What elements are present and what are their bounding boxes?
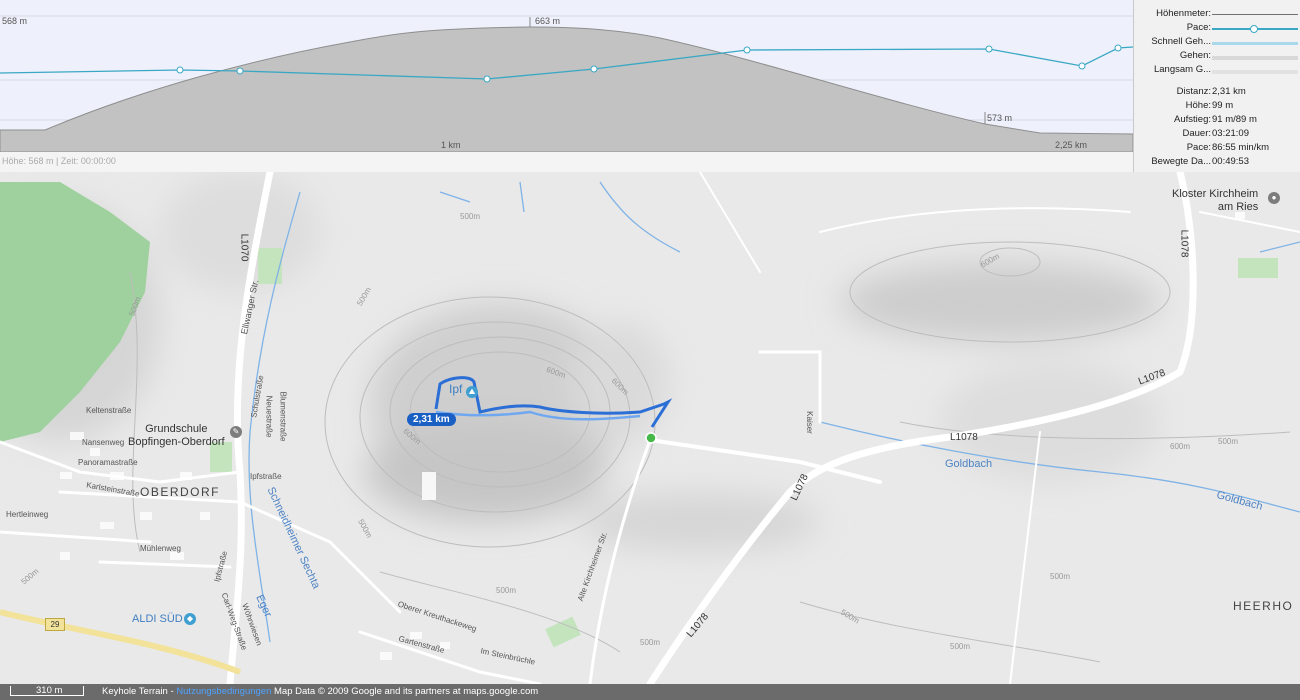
scale-label: 310 m — [36, 685, 63, 696]
stat-label: Höhe: — [1185, 100, 1211, 111]
poi-aldi-label[interactable]: ALDI SÜD — [132, 613, 183, 625]
street-label: Blumenstraße — [278, 391, 288, 442]
profile-status-readout: Höhe: 568 m | Zeit: 00:00:00 — [2, 156, 116, 166]
poi-ipf-label[interactable]: Ipf — [449, 382, 462, 396]
provider-label: Keyhole Terrain - — [102, 686, 177, 697]
poi-school-label[interactable]: Grundschule Bopfingen-Oberdorf — [128, 423, 225, 449]
elevation-profile[interactable]: 568 m 663 m 573 m 1 km 2,25 km Höhe: 568… — [0, 0, 1133, 173]
stat-value: 99 m — [1212, 100, 1234, 111]
route-info-panel: Höhenmeter: Pace: Schnell Geh... Gehen: … — [1133, 0, 1300, 172]
legend-row-walk: Gehen: — [1134, 50, 1300, 64]
street-label: Neuestraße — [264, 395, 274, 438]
contour-label: 500m — [950, 642, 971, 651]
street-label: Nansenweg — [82, 438, 125, 447]
legend-row-pace: Pace: — [1134, 22, 1300, 36]
stat-value: 86:55 min/km — [1212, 142, 1270, 153]
stat-row-pace: Pace: 86:55 min/km — [1134, 142, 1300, 156]
start-marker — [645, 432, 657, 444]
highway-b29 — [0, 609, 242, 675]
peak-elevation-label: 663 m — [535, 16, 561, 26]
street-label: Panoramastraße — [78, 458, 138, 467]
map-footer: 310 m Keyhole Terrain - Nutzungsbedingun… — [0, 684, 1300, 700]
stat-row-height: Höhe: 99 m — [1134, 100, 1300, 114]
distance-tick-1km: 1 km — [441, 140, 461, 150]
legend-walk-swatch — [1212, 56, 1298, 60]
low-elevation-label: 573 m — [987, 113, 1013, 123]
contour-label: 600m — [1170, 442, 1191, 451]
legend-elevation-swatch — [1212, 14, 1298, 15]
town-oberdorf-label: OBERDORF — [140, 485, 221, 499]
contour-label: 500m — [1218, 437, 1239, 446]
stat-value: 03:21:09 — [1212, 128, 1249, 139]
legend-label: Schnell Geh... — [1151, 36, 1211, 47]
legend-label: Gehen: — [1179, 50, 1211, 61]
legend-label: Pace: — [1186, 22, 1211, 33]
legend-slow-walk-swatch — [1212, 70, 1298, 74]
street-label: Mühlenweg — [140, 544, 181, 553]
street-label: Kaiser — [804, 411, 814, 434]
contour-label: 500m — [496, 586, 517, 595]
stat-row-ascent: Aufstieg: 91 m/89 m — [1134, 114, 1300, 128]
map-attribution: Keyhole Terrain - Nutzungsbedingungen Ma… — [102, 686, 538, 697]
route-distance-badge[interactable]: 2,31 km — [407, 413, 456, 426]
stat-label: Bewegte Da... — [1151, 156, 1211, 167]
road-label-l1078: L1078 — [1178, 229, 1190, 258]
elevation-profile-chart[interactable] — [0, 0, 1133, 172]
stat-row-distance: Distanz: 2,31 km — [1134, 86, 1300, 100]
viewpoint-icon[interactable]: ⛰ — [466, 386, 478, 398]
stat-value: 00:49:53 — [1212, 156, 1249, 167]
stat-label: Aufstieg: — [1174, 114, 1211, 125]
road-label-l1070: L1070 — [238, 233, 250, 262]
street-label: Hertleinweg — [6, 510, 49, 519]
poi-kloster-label[interactable]: Kloster Kirchheim am Ries — [1172, 188, 1258, 214]
stat-value: 91 m/89 m — [1212, 114, 1257, 125]
elevation-area — [0, 26, 1133, 153]
school-icon[interactable]: ✎ — [230, 426, 242, 438]
legend-label: Langsam G... — [1153, 64, 1211, 75]
street-label: Ipfstraße — [250, 472, 282, 481]
terrain-map[interactable]: ⛰ ● ✎ ◆ 29 2,31 km Ipf Kloster Kirchheim… — [0, 172, 1300, 684]
landmark-icon[interactable]: ● — [1268, 192, 1280, 204]
stat-row-moving-time: Bewegte Da... 00:49:53 — [1134, 156, 1300, 170]
town-heerhof-label: HEERHO — [1233, 599, 1294, 613]
terms-link[interactable]: Nutzungsbedingungen — [176, 686, 271, 697]
stat-label: Distanz: — [1176, 86, 1211, 97]
legend-label: Höhenmeter: — [1156, 8, 1211, 19]
legend-fast-walk-swatch — [1212, 42, 1298, 45]
legend-row-fast-walk: Schnell Geh... — [1134, 36, 1300, 50]
stat-label: Pace: — [1186, 142, 1211, 153]
distance-tick-2-25km: 2,25 km — [1055, 140, 1088, 150]
legend-row-slow-walk: Langsam G... — [1134, 64, 1300, 78]
copyright-text: Map Data © 2009 Google and its partners … — [271, 686, 539, 697]
stat-value: 2,31 km — [1212, 86, 1246, 97]
shopping-icon[interactable]: ◆ — [184, 613, 196, 625]
contour-label: 500m — [460, 212, 481, 221]
legend-row-elevation: Höhenmeter: — [1134, 8, 1300, 22]
contour-label: 500m — [1050, 572, 1071, 581]
stream-label: Goldbach — [945, 458, 993, 470]
road-label-l1078: L1078 — [950, 432, 978, 443]
route-shield-29: 29 — [45, 618, 65, 631]
stat-row-duration: Dauer: 03:21:09 — [1134, 128, 1300, 142]
start-elevation-label: 568 m — [2, 16, 28, 26]
contour-label: 500m — [640, 638, 661, 647]
street-label: Keltenstraße — [86, 406, 132, 415]
legend-pace-marker-icon — [1250, 25, 1258, 33]
stat-label: Dauer: — [1182, 128, 1211, 139]
